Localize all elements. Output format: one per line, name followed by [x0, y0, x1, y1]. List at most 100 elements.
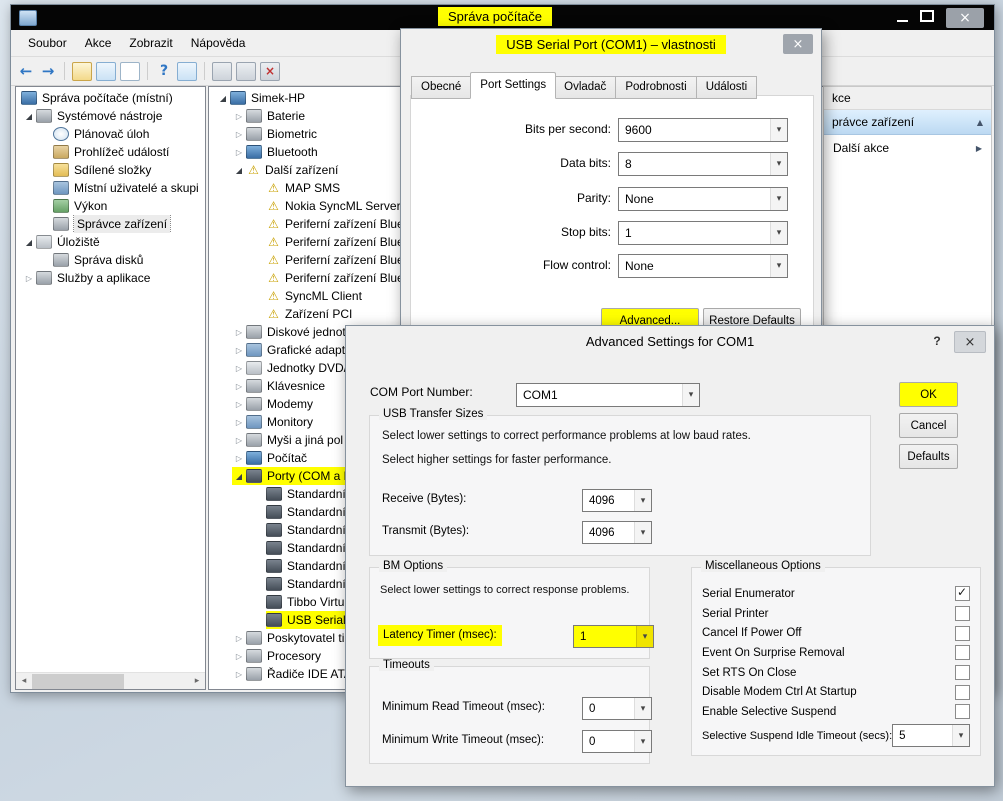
expander-icon[interactable]: [232, 341, 246, 359]
forward-icon[interactable]: [39, 63, 57, 80]
ok-button[interactable]: OK: [899, 382, 958, 407]
local-users-icon: [53, 181, 69, 195]
parity-row: Parity: None: [411, 187, 813, 211]
maximize-icon: [920, 10, 934, 22]
enable-selective-suspend-checkbox[interactable]: [955, 704, 970, 719]
cancel-if-power-off-checkbox[interactable]: [955, 626, 970, 641]
menu-soubor[interactable]: Soubor: [19, 32, 76, 54]
serial-enumerator-checkbox[interactable]: [955, 586, 970, 601]
tab-udalosti[interactable]: Události: [697, 76, 758, 99]
list-view-icon[interactable]: [120, 62, 140, 81]
selected-value: 0: [589, 703, 595, 715]
latency-timer-select[interactable]: 1: [573, 625, 654, 648]
tree-item-system-tools[interactable]: Systémové nástroje: [16, 107, 205, 125]
event-on-surprise-removal-checkbox[interactable]: [955, 645, 970, 660]
expander-icon[interactable]: [22, 269, 36, 287]
parity-select[interactable]: None: [618, 187, 788, 211]
monitor-icon: [246, 415, 262, 429]
export-list-icon[interactable]: [72, 62, 92, 81]
expander-icon[interactable]: [232, 107, 246, 125]
stop-bits-select[interactable]: 1: [618, 221, 788, 245]
tree-item-services[interactable]: Služby a aplikace: [16, 269, 205, 287]
flow-control-label: Flow control:: [411, 254, 611, 276]
flow-control-select[interactable]: None: [618, 254, 788, 278]
more-actions-row[interactable]: Další akce: [824, 135, 991, 161]
expander-icon[interactable]: [232, 647, 246, 665]
tree-item-shared-folders[interactable]: Sdílené složky: [16, 161, 205, 179]
expander-icon[interactable]: [22, 233, 36, 251]
tab-port-settings[interactable]: Port Settings: [470, 72, 556, 99]
expander-icon[interactable]: [232, 629, 246, 647]
tree-item-device-manager[interactable]: Správce zařízení: [16, 215, 205, 233]
expander-icon[interactable]: [232, 665, 246, 683]
show-console-tree-icon[interactable]: [96, 62, 116, 81]
expander-icon[interactable]: [232, 161, 246, 179]
expander-icon[interactable]: [232, 395, 246, 413]
com-port-select[interactable]: COM1: [516, 383, 700, 407]
horizontal-scrollbar[interactable]: [16, 672, 205, 689]
cancel-button[interactable]: Cancel: [899, 413, 958, 438]
tab-ovladac[interactable]: Ovladač: [555, 76, 616, 99]
uninstall-device-icon[interactable]: [260, 62, 280, 81]
close-icon[interactable]: [954, 331, 986, 353]
scan-hardware-icon[interactable]: [212, 62, 232, 81]
help-icon[interactable]: [155, 63, 173, 80]
maximize-button[interactable]: [920, 10, 934, 25]
expander-icon[interactable]: [232, 323, 246, 341]
actions-device-manager-row[interactable]: právce zařízení: [824, 110, 991, 135]
tree-item-computer-management[interactable]: Správa počítače (místní): [16, 89, 205, 107]
expander-icon[interactable]: [232, 359, 246, 377]
scrollbar-thumb[interactable]: [32, 674, 124, 689]
menu-akce[interactable]: Akce: [76, 32, 121, 54]
dropdown-arrow-icon: [634, 731, 651, 752]
disable-modem-ctrl-checkbox[interactable]: [955, 685, 970, 700]
update-driver-icon[interactable]: [236, 62, 256, 81]
minimize-button[interactable]: [897, 11, 908, 25]
dropdown-arrow-icon: [634, 698, 651, 719]
min-read-timeout-select[interactable]: 0: [582, 697, 652, 720]
expander-icon[interactable]: [232, 467, 246, 485]
min-write-timeout-select[interactable]: 0: [582, 730, 652, 753]
dialog-title: Advanced Settings for COM1: [586, 334, 754, 349]
expander-icon[interactable]: [232, 143, 246, 161]
back-icon[interactable]: [17, 63, 35, 80]
tree-item-disk-management[interactable]: Správa disků: [16, 251, 205, 269]
data-bits-select[interactable]: 8: [618, 152, 788, 176]
close-button[interactable]: [946, 8, 984, 28]
tree-item-task-scheduler[interactable]: Plánovač úloh: [16, 125, 205, 143]
properties-icon[interactable]: [177, 62, 197, 81]
tab-podrobnosti[interactable]: Podrobnosti: [616, 76, 696, 99]
expander-icon[interactable]: [216, 89, 230, 107]
expander-icon[interactable]: [232, 377, 246, 395]
tree-item-local-users[interactable]: Místní uživatelé a skupi: [16, 179, 205, 197]
port-icon: [266, 559, 282, 573]
expander-icon[interactable]: [232, 449, 246, 467]
expander-icon[interactable]: [22, 107, 36, 125]
serial-printer-checkbox[interactable]: [955, 606, 970, 621]
help-icon[interactable]: [926, 331, 948, 351]
selective-suspend-timeout-select[interactable]: 5: [892, 724, 970, 747]
scroll-right-icon[interactable]: [189, 674, 205, 689]
expander-icon[interactable]: [232, 431, 246, 449]
tree-item-storage[interactable]: Úložiště: [16, 233, 205, 251]
selected-value: 0: [589, 736, 595, 748]
menu-zobrazit[interactable]: Zobrazit: [120, 32, 181, 54]
actions-header-label: kce: [832, 91, 851, 105]
scroll-left-icon[interactable]: [16, 674, 32, 689]
menu-napoveda[interactable]: Nápověda: [182, 32, 255, 54]
tree-item-event-viewer[interactable]: Prohlížeč událostí: [16, 143, 205, 161]
com-port-label: COM Port Number:: [370, 382, 473, 403]
tree-item-performance[interactable]: Výkon: [16, 197, 205, 215]
close-icon[interactable]: [783, 34, 813, 54]
selected-value: 5: [899, 730, 905, 742]
bits-per-second-select[interactable]: 9600: [618, 118, 788, 142]
tab-obecne[interactable]: Obecné: [411, 76, 471, 99]
group-title: Miscellaneous Options: [701, 560, 825, 572]
expander-icon[interactable]: [232, 413, 246, 431]
receive-bytes-select[interactable]: 4096: [582, 489, 652, 512]
transmit-bytes-label: Transmit (Bytes):: [382, 521, 469, 542]
transmit-bytes-select[interactable]: 4096: [582, 521, 652, 544]
set-rts-on-close-checkbox[interactable]: [955, 665, 970, 680]
defaults-button[interactable]: Defaults: [899, 444, 958, 469]
expander-icon[interactable]: [232, 125, 246, 143]
